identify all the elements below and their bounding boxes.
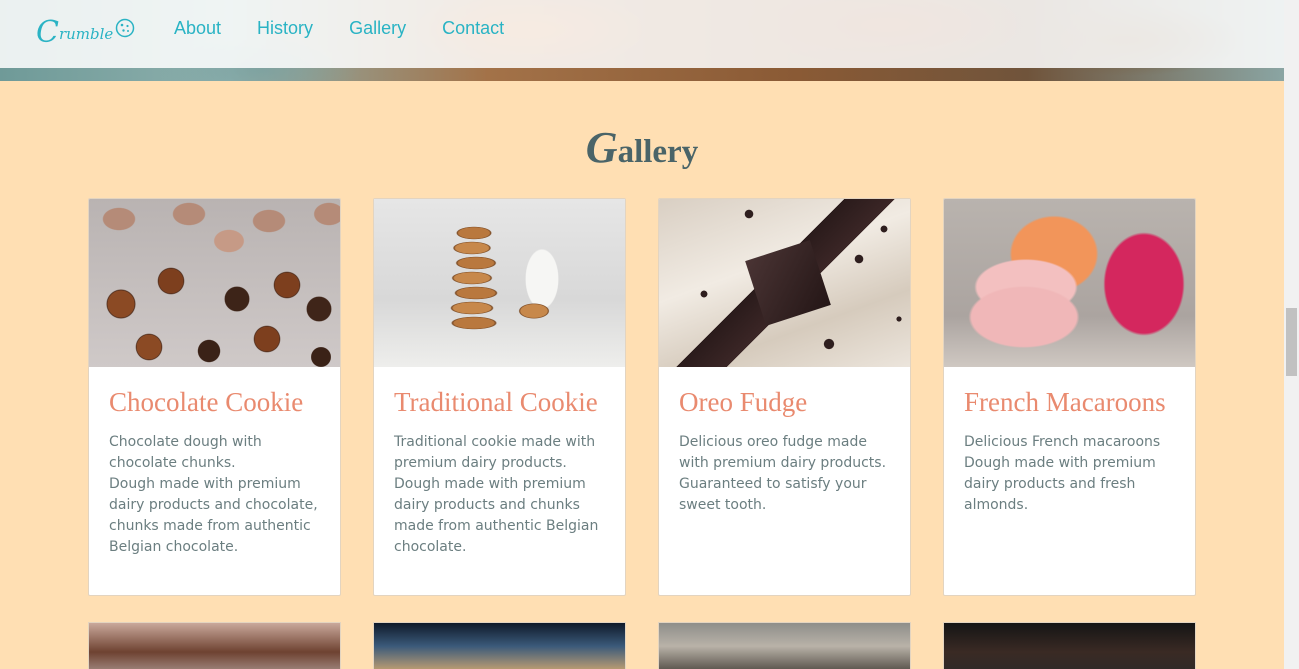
card-title: Oreo Fudge [679, 387, 808, 417]
nav-contact-link[interactable]: Contact [442, 17, 504, 39]
scrollbar-thumb[interactable] [1286, 308, 1297, 376]
gallery-card-french-macaroons[interactable]: French Macaroons Delicious French macaro… [943, 198, 1196, 596]
brand-logo[interactable]: C rumble [36, 14, 135, 48]
gallery-card-traditional-cookie[interactable]: Traditional Cookie Traditional cookie ma… [373, 198, 626, 596]
traditional-cookie-photo [374, 199, 625, 367]
gallery-heading-initial: G [585, 123, 618, 172]
gallery-card-oreo-fudge[interactable]: Oreo Fudge Delicious oreo fudge made wit… [658, 198, 911, 596]
card-description: Delicious French macaroons Dough made wi… [964, 434, 1161, 513]
cookie-icon [115, 18, 135, 42]
oreo-fudge-photo [659, 199, 910, 367]
page-scrollbar[interactable] [1284, 0, 1299, 669]
gallery-card-photo[interactable] [658, 622, 911, 669]
card-title: Traditional Cookie [394, 387, 598, 417]
card-description: Delicious oreo fudge made with premium d… [679, 434, 887, 513]
gallery-heading-rest: allery [617, 134, 699, 170]
card-title: French Macaroons [964, 387, 1166, 417]
card-title: Chocolate Cookie [109, 387, 304, 417]
gallery-heading: Gallery [0, 122, 1284, 173]
logo-text: rumble [58, 25, 114, 43]
logo-initial: C [36, 15, 59, 50]
gallery-card-chocolate-cookie[interactable]: Chocolate Cookie Chocolate dough with ch… [88, 198, 341, 596]
main-nav: About History Gallery Contact [174, 17, 504, 39]
card-description: Chocolate dough with chocolate chunks. D… [109, 434, 318, 555]
nav-gallery-link[interactable]: Gallery [349, 17, 406, 39]
chocolate-cookie-photo [89, 199, 340, 367]
french-macaroons-photo [944, 199, 1195, 367]
nav-about-link[interactable]: About [174, 17, 221, 39]
gallery-card-photo[interactable] [88, 622, 341, 669]
card-description: Traditional cookie made with premium dai… [394, 434, 599, 555]
gallery-card-photo[interactable] [943, 622, 1196, 669]
gallery-cards-row: Chocolate Cookie Chocolate dough with ch… [88, 198, 1196, 596]
nav-history-link[interactable]: History [257, 17, 313, 39]
gallery-card-photo[interactable] [373, 622, 626, 669]
gallery-cards-row-2 [88, 622, 1196, 669]
